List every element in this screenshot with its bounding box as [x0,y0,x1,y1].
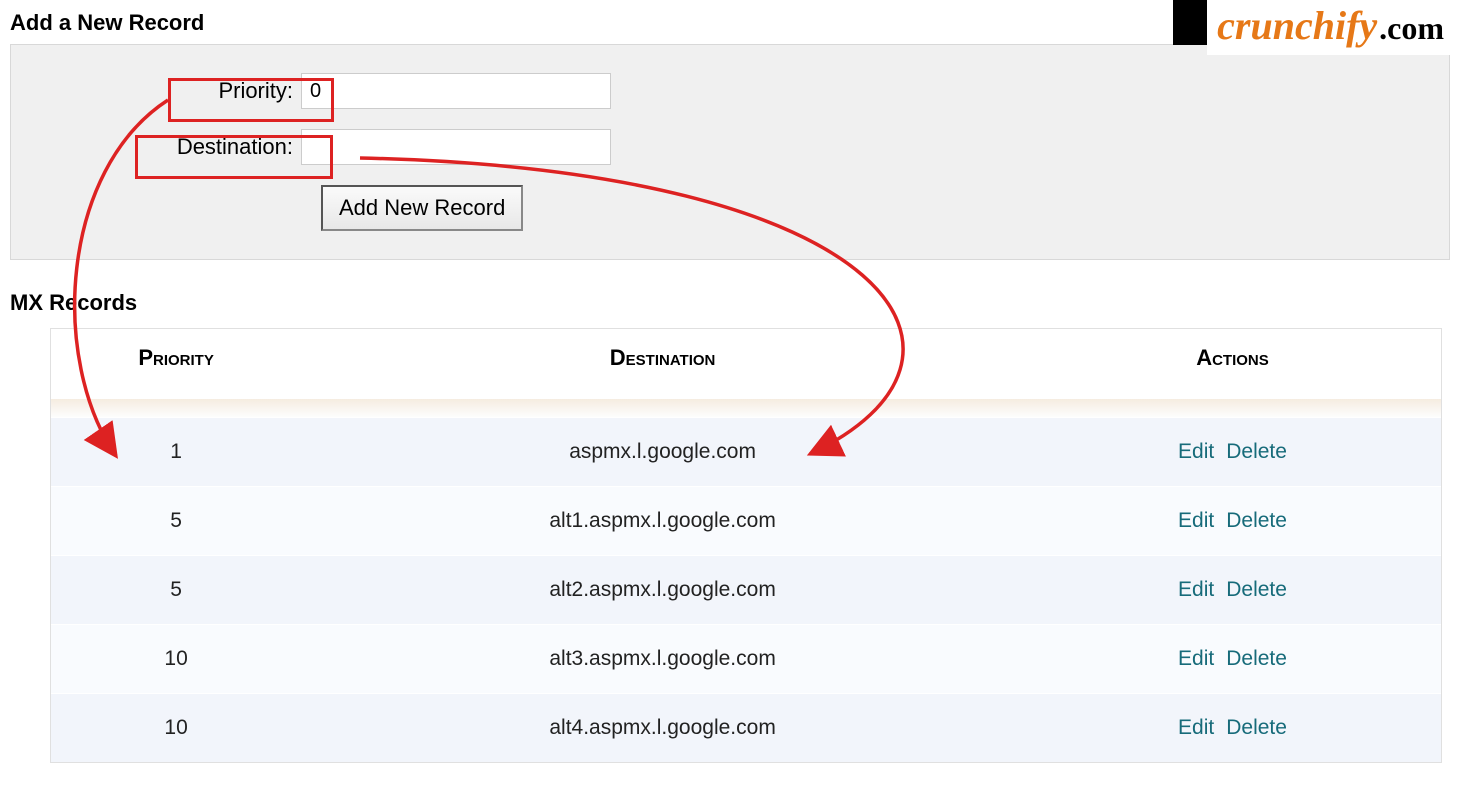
cell-actions: Edit Delete [1024,487,1441,556]
add-new-record-button[interactable]: Add New Record [321,185,523,231]
edit-link[interactable]: Edit [1178,578,1214,601]
destination-label: Destination: [31,134,301,160]
cell-priority: 5 [51,487,301,556]
edit-link[interactable]: Edit [1178,716,1214,739]
col-header-priority: Priority [51,329,301,399]
cell-destination: alt4.aspmx.l.google.com [301,694,1024,763]
table-row: 1aspmx.l.google.com Edit Delete [51,418,1441,487]
header-divider-stripe [51,399,1441,417]
add-record-panel: Priority: Destination: Add New Record [10,44,1450,260]
cell-priority: 10 [51,625,301,694]
delete-link[interactable]: Delete [1226,578,1287,601]
table-row: 5alt2.aspmx.l.google.com Edit Delete [51,556,1441,625]
cell-actions: Edit Delete [1024,556,1441,625]
delete-link[interactable]: Delete [1226,509,1287,532]
cell-priority: 5 [51,556,301,625]
table-row: 10alt3.aspmx.l.google.com Edit Delete [51,625,1441,694]
cell-actions: Edit Delete [1024,694,1441,763]
destination-input[interactable] [301,129,611,165]
cell-priority: 1 [51,418,301,487]
cell-actions: Edit Delete [1024,625,1441,694]
cell-destination: alt1.aspmx.l.google.com [301,487,1024,556]
table-row: 10alt4.aspmx.l.google.com Edit Delete [51,694,1441,763]
cell-destination: aspmx.l.google.com [301,418,1024,487]
col-header-destination: Destination [301,329,1024,399]
edit-link[interactable]: Edit [1178,440,1214,463]
delete-link[interactable]: Delete [1226,647,1287,670]
cell-destination: alt3.aspmx.l.google.com [301,625,1024,694]
priority-input[interactable] [301,73,611,109]
delete-link[interactable]: Delete [1226,440,1287,463]
logo-brand-text: crunchify [1217,2,1377,49]
col-header-actions: Actions [1024,329,1441,399]
logo-suffix: .com [1379,10,1444,47]
edit-link[interactable]: Edit [1178,509,1214,532]
table-row: 5alt1.aspmx.l.google.com Edit Delete [51,487,1441,556]
delete-link[interactable]: Delete [1226,716,1287,739]
mx-records-table: Priority Destination Actions 1aspmx.l.go… [50,328,1442,763]
mx-records-title: MX Records [10,290,1450,316]
cell-priority: 10 [51,694,301,763]
brand-logo: crunchify .com [1173,0,1454,55]
edit-link[interactable]: Edit [1178,647,1214,670]
cell-actions: Edit Delete [1024,418,1441,487]
logo-black-block [1173,0,1207,45]
cell-destination: alt2.aspmx.l.google.com [301,556,1024,625]
priority-label: Priority: [31,78,301,104]
